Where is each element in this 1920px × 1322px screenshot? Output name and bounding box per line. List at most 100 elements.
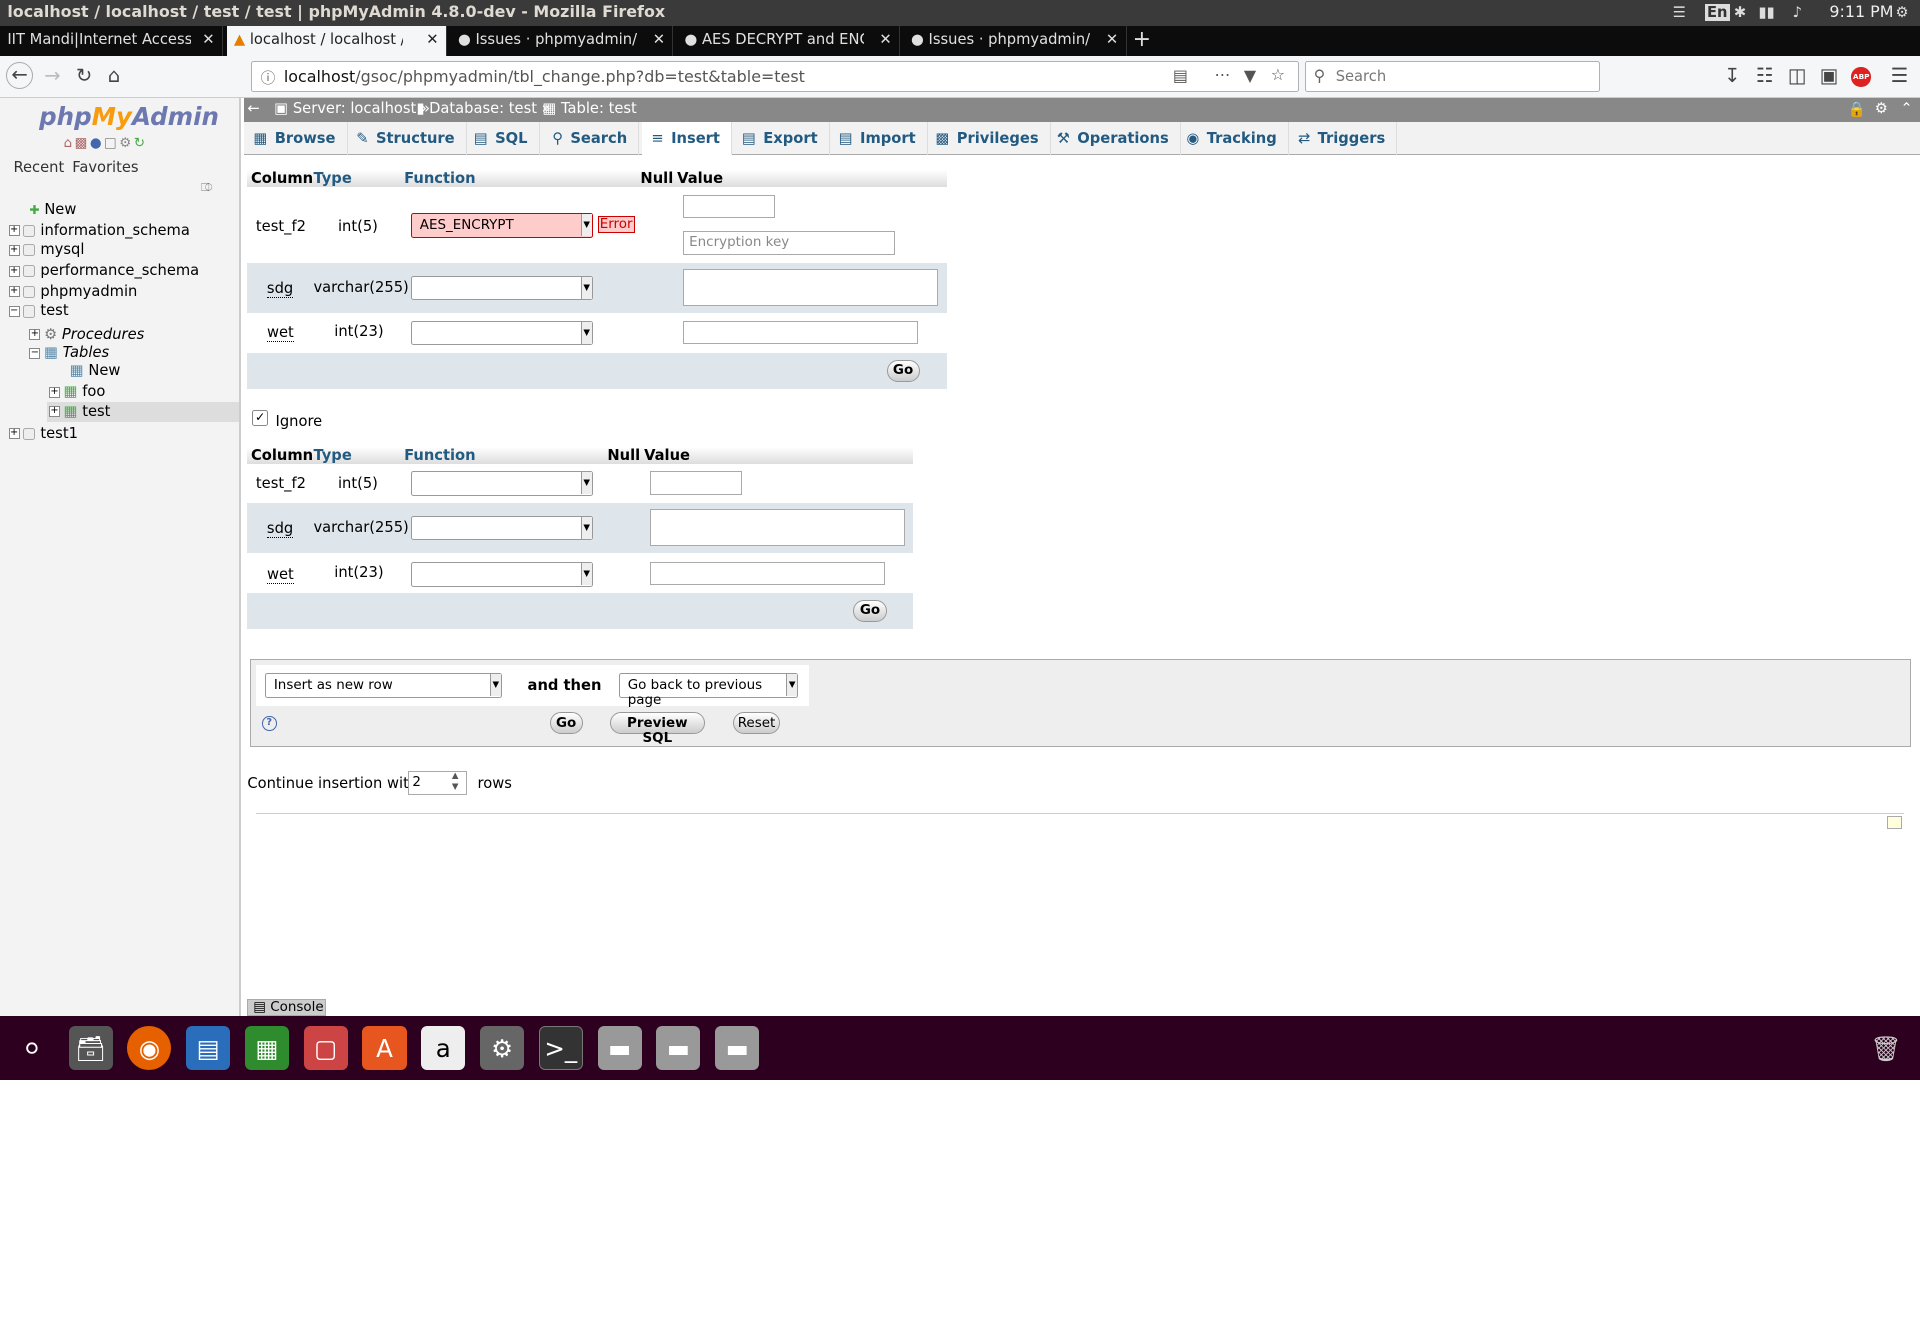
expand-icon[interactable]: + — [48, 406, 60, 418]
help-icon[interactable]: ? — [261, 716, 277, 731]
page-actions-icon[interactable]: ⋯ — [1214, 65, 1230, 84]
drive-icon[interactable]: ▬ — [656, 1026, 701, 1071]
pocket-icon[interactable]: ▼ — [1244, 66, 1256, 85]
browser-tab-active[interactable]: ▲ localhost / localhost / test ✕ — [226, 25, 447, 57]
expand-icon[interactable]: + — [8, 265, 20, 277]
favorites-tab[interactable]: Favorites — [70, 159, 141, 176]
breadcrumb-table[interactable]: ▦ Table: test — [542, 100, 636, 117]
browser-tab[interactable]: ● Issues · phpmyadmin/phpmyadmin ✕ — [451, 25, 674, 57]
tab-search[interactable]: ⚲ Search — [542, 122, 640, 156]
amazon-icon[interactable]: a — [421, 1026, 466, 1071]
function-select[interactable]: AES_ENCRYPT ▼ — [411, 213, 593, 238]
software-center-icon[interactable]: A — [362, 1026, 407, 1071]
function-select[interactable]: ▼ — [411, 562, 593, 587]
browser-tab[interactable]: ● AES DECRYPT and ENCRYPT ✕ — [677, 25, 900, 57]
preview-sql-button[interactable]: Preview SQL — [609, 712, 706, 746]
insert-mode-select[interactable]: Insert as new row ▼ — [265, 673, 502, 698]
language-indicator[interactable]: En — [1704, 3, 1730, 21]
value-input[interactable] — [650, 562, 886, 586]
breadcrumb-database[interactable]: ▮ Database: test » — [416, 100, 550, 117]
value-input[interactable] — [683, 194, 776, 218]
ubuntu-logo-icon[interactable]: ⚪ — [10, 1026, 54, 1070]
system-tools-icon[interactable]: ⚙ — [480, 1026, 525, 1071]
tree-item-phpmyadmin[interactable]: + phpmyadmin — [8, 283, 137, 300]
drive-icon[interactable]: ▬ — [597, 1026, 642, 1071]
battery-icon[interactable]: ▮▮ — [1758, 4, 1774, 21]
ignore-checkbox[interactable]: ✓ — [252, 410, 269, 427]
tree-item-test-table[interactable]: + ▦ test — [48, 403, 110, 420]
tree-item-test1[interactable]: + test1 — [8, 425, 78, 442]
function-select[interactable]: ▼ — [411, 515, 593, 540]
tree-item-procedures[interactable]: + ⚙ Procedures — [29, 326, 144, 343]
tree-item-information-schema[interactable]: + information_schema — [8, 222, 190, 239]
writer-icon[interactable]: ▤ — [186, 1026, 231, 1071]
collapse-icon[interactable]: − — [8, 306, 20, 317]
tab-tracking[interactable]: ◉ Tracking — [1177, 122, 1289, 156]
breadcrumb-server[interactable]: ▣ Server: localhost » — [274, 100, 430, 117]
browser-tab[interactable]: IIT Mandi|Internet Access ✕ — [0, 25, 223, 57]
help-icon[interactable]: ● — [90, 136, 104, 151]
tab-browse[interactable]: ▦ Browse — [244, 122, 348, 156]
hamburger-menu-icon[interactable]: ☰ — [1891, 64, 1909, 87]
library-icon[interactable]: ☷ — [1756, 64, 1774, 87]
downloads-icon[interactable]: ↧ — [1724, 64, 1740, 87]
tree-item-performance-schema[interactable]: + performance_schema — [8, 262, 199, 279]
bluetooth-icon[interactable]: ✱ — [1734, 4, 1746, 21]
tab-operations[interactable]: ⚒ Operations — [1047, 122, 1181, 156]
tree-item-test[interactable]: − test — [8, 302, 69, 319]
expand-icon[interactable]: + — [48, 386, 60, 398]
home-icon[interactable]: ⌂ — [108, 64, 120, 87]
recent-tab[interactable]: Recent — [11, 159, 67, 176]
header-function[interactable]: Function — [404, 447, 476, 464]
maximize-icon[interactable]: ⌃ — [1900, 100, 1912, 117]
sidebar-icon[interactable]: ◫ — [1788, 64, 1807, 87]
expand-icon[interactable]: + — [8, 286, 20, 298]
lock-icon[interactable]: 🔒 — [1848, 100, 1866, 118]
close-icon[interactable]: ✕ — [426, 31, 438, 48]
calc-icon[interactable]: ▦ — [244, 1026, 289, 1071]
files-icon[interactable]: 🗃 — [68, 1026, 113, 1071]
close-icon[interactable]: ✕ — [879, 31, 891, 48]
close-icon[interactable]: ✕ — [202, 31, 214, 48]
tab-sql[interactable]: ▤ SQL — [464, 122, 540, 156]
reload-icon[interactable]: ↻ — [76, 64, 92, 87]
collapse-icon[interactable]: − — [29, 347, 41, 359]
go-button[interactable]: Go — [549, 712, 583, 735]
close-icon[interactable]: ✕ — [653, 31, 665, 48]
forward-arrow-icon[interactable]: → — [44, 64, 60, 87]
tab-import[interactable]: ▤ Import — [829, 122, 928, 156]
encryption-key-input[interactable]: Encryption key — [683, 231, 896, 255]
value-input[interactable] — [683, 320, 919, 345]
function-select[interactable]: ▼ — [411, 320, 593, 346]
reload-nav-icon[interactable]: ↻ — [134, 136, 148, 151]
tab-export[interactable]: ▤ Export — [732, 122, 830, 156]
clock[interactable]: 9:11 PM — [1829, 2, 1893, 21]
home-icon[interactable]: ⌂ — [64, 136, 75, 151]
page-settings-icon[interactable]: ⚙ — [1875, 100, 1888, 117]
synced-tabs-icon[interactable]: ▣ — [1820, 64, 1839, 87]
terminal-icon[interactable]: >_ — [538, 1026, 583, 1071]
spinner-arrows-icon[interactable]: ▲ ▼ — [452, 771, 459, 793]
header-function[interactable]: Function — [404, 170, 476, 187]
reset-button[interactable]: Reset — [733, 712, 780, 735]
value-textarea[interactable] — [650, 509, 905, 547]
new-tab-plus-icon[interactable]: + — [1133, 27, 1151, 52]
trash-icon[interactable]: 🗑 — [1864, 1026, 1908, 1070]
header-type[interactable]: Type — [313, 447, 351, 464]
tree-item-mysql[interactable]: + mysql — [8, 241, 84, 258]
logout-icon[interactable]: ▩ — [75, 136, 90, 151]
reader-view-icon[interactable]: ▤ — [1173, 66, 1188, 85]
link-collapse-icon[interactable]: ⎄ — [201, 181, 213, 195]
expand-icon[interactable]: + — [29, 329, 41, 341]
tab-privileges[interactable]: ▩ Privileges — [926, 122, 1051, 156]
back-arrow-icon[interactable]: ← — [6, 62, 34, 90]
tree-item-tables-new[interactable]: ▦ New — [70, 362, 121, 379]
tree-item-tables[interactable]: − ▦ Tables — [29, 344, 109, 361]
tab-structure[interactable]: ✎ Structure — [347, 122, 467, 156]
settings-icon[interactable]: ⚙ — [119, 136, 134, 151]
collapse-arrow-icon[interactable]: ← — [247, 100, 259, 117]
impress-icon[interactable]: ▢ — [303, 1026, 348, 1071]
value-textarea[interactable] — [683, 269, 938, 307]
bookmark-star-icon[interactable]: ☆ — [1271, 65, 1285, 84]
browser-tab[interactable]: ● Issues · phpmyadmin/phpmyadmin ✕ — [904, 25, 1127, 57]
